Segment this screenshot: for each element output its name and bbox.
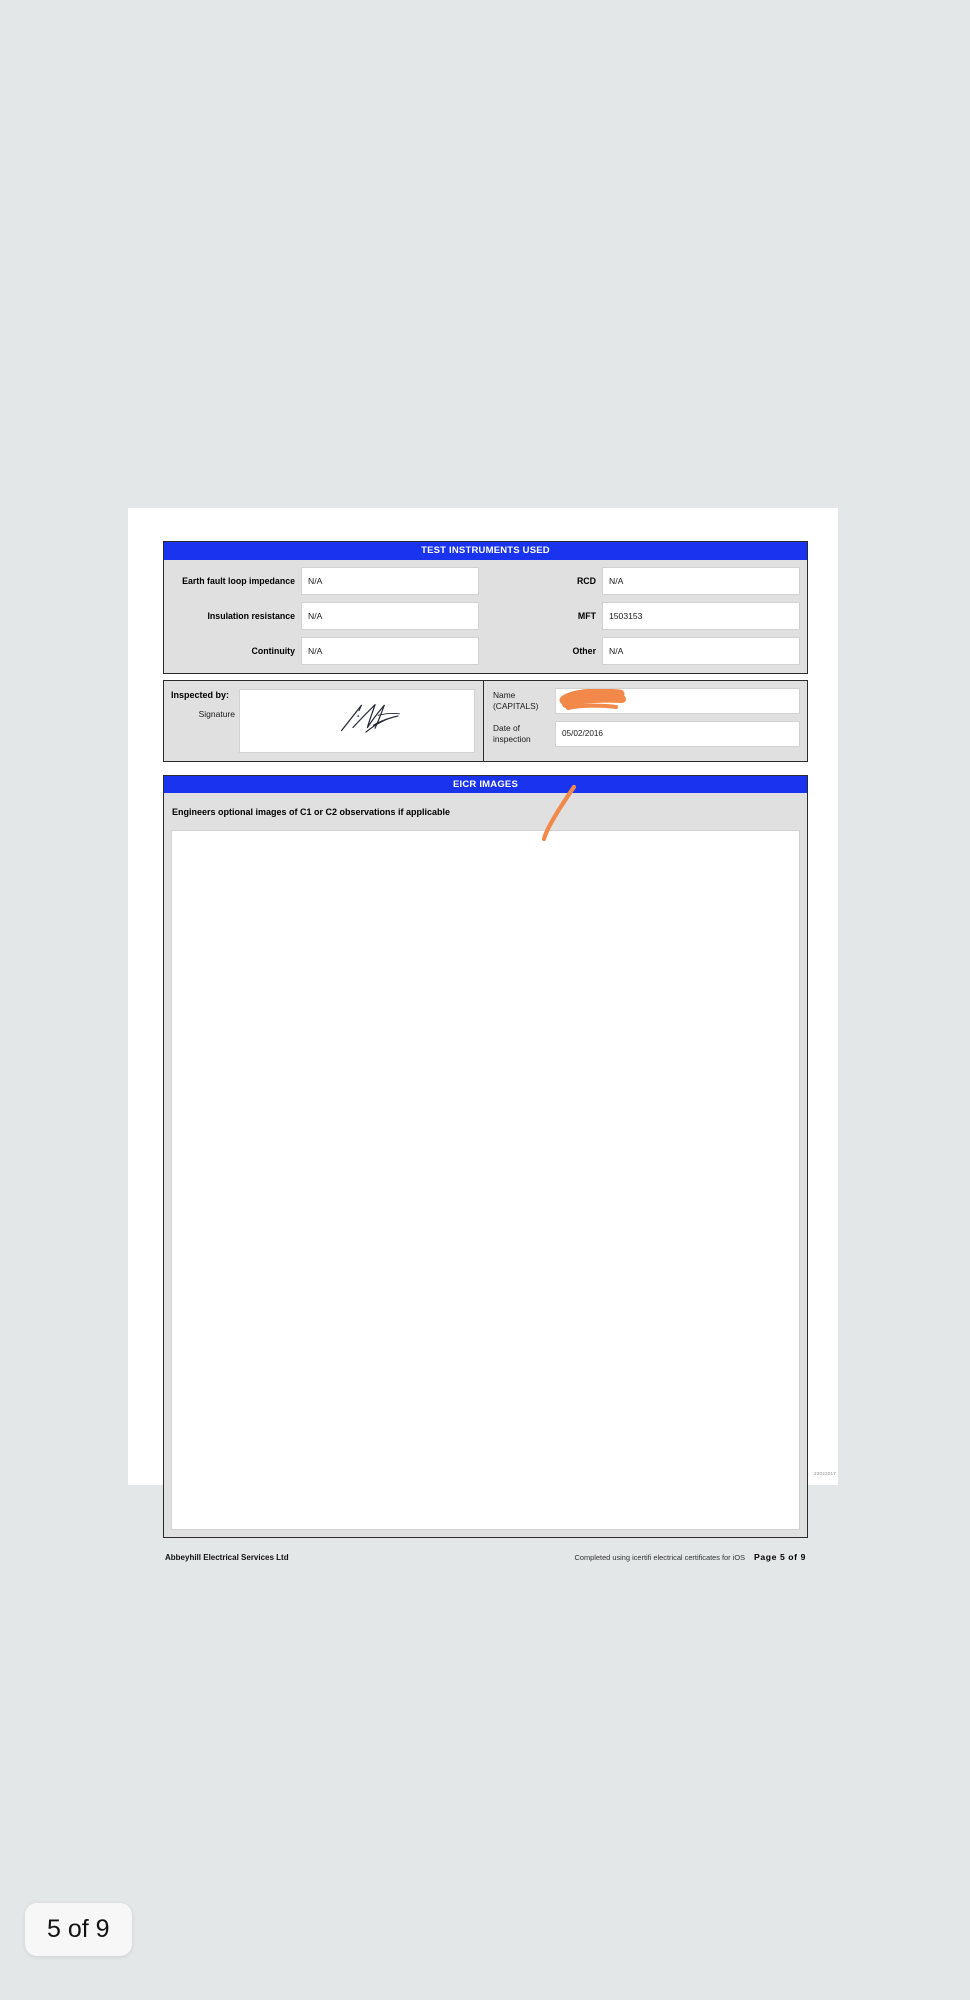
- page-content: TEST INSTRUMENTS USED Earth fault loop i…: [163, 541, 808, 1562]
- signature-label: Signature: [198, 708, 235, 719]
- test-instruments-section: TEST INSTRUMENTS USED Earth fault loop i…: [163, 541, 808, 674]
- table-row: Earth fault loop impedance N/A RCD N/A: [171, 566, 800, 595]
- date-of-inspection-input[interactable]: 05/02/2016: [555, 720, 800, 747]
- name-capitals-input[interactable]: [555, 687, 800, 714]
- eicr-images-body: Engineers optional images of C1 or C2 ob…: [164, 784, 807, 1537]
- instrument-field-other: Other N/A: [492, 636, 800, 665]
- signature-block: Inspected by: Signature: [164, 680, 484, 761]
- footer-reference-code: 22022017: [813, 1471, 836, 1476]
- signature-input[interactable]: [239, 688, 475, 753]
- instrument-label: Continuity: [251, 645, 296, 656]
- eicr-photo-placeholder[interactable]: [171, 830, 800, 1530]
- footer-right-group: Completed using icertifi electrical cert…: [575, 1552, 806, 1562]
- eicr-images-caption: Engineers optional images of C1 or C2 ob…: [172, 807, 451, 817]
- page-indicator-badge: 5 of 9: [25, 1903, 132, 1956]
- instrument-label: MFT: [577, 610, 596, 621]
- test-instruments-header: TEST INSTRUMENTS USED: [164, 542, 807, 560]
- inspector-details-block: Name (CAPITALS) Date of inspection 05/02…: [484, 681, 807, 761]
- handwritten-signature-icon: [340, 703, 400, 733]
- instrument-label: Other: [572, 645, 596, 656]
- instrument-field-rcd: RCD N/A: [492, 566, 800, 595]
- footer-company-name: Abbeyhill Electrical Services Ltd: [165, 1553, 289, 1562]
- name-capitals-label: Name (CAPITALS): [493, 690, 539, 711]
- eicr-images-header: EICR IMAGES: [164, 775, 807, 793]
- name-capitals-row: Name (CAPITALS): [493, 687, 800, 714]
- instrument-value-input[interactable]: 1503153: [602, 601, 800, 630]
- instrument-value-input[interactable]: N/A: [301, 636, 479, 665]
- instrument-value-input[interactable]: N/A: [602, 636, 800, 665]
- test-instruments-body: Earth fault loop impedance N/A RCD N/A I…: [164, 560, 807, 673]
- orange-redaction-icon: [559, 688, 626, 710]
- date-of-inspection-label: Date of inspection: [493, 723, 531, 744]
- footer-completed-note: Completed using icertifi electrical cert…: [574, 1553, 746, 1562]
- document-page[interactable]: TEST INSTRUMENTS USED Earth fault loop i…: [128, 508, 838, 1562]
- instrument-label: RCD: [576, 575, 596, 586]
- instrument-value-input[interactable]: N/A: [602, 566, 800, 595]
- table-row: Insulation resistance N/A MFT 1503153: [171, 601, 800, 630]
- table-row: Continuity N/A Other N/A: [171, 636, 800, 665]
- eicr-images-section: EICR IMAGES Engineers optional images of…: [163, 774, 808, 1538]
- page-footer: Abbeyhill Electrical Services Ltd Comple…: [163, 1552, 808, 1562]
- inspected-by-title: Inspected by:: [171, 689, 230, 700]
- instrument-field-mft: MFT 1503153: [492, 601, 800, 630]
- instrument-field-earth-fault-loop-impedance: Earth fault loop impedance N/A: [171, 566, 492, 595]
- instrument-label: Insulation resistance: [207, 610, 295, 621]
- instrument-field-insulation-resistance: Insulation resistance N/A: [171, 601, 492, 630]
- inspected-by-section: Inspected by: Signature Name (CAPITALS) …: [163, 679, 808, 762]
- instrument-value-input[interactable]: N/A: [301, 566, 479, 595]
- instrument-value-input[interactable]: N/A: [301, 601, 479, 630]
- date-of-inspection-row: Date of inspection 05/02/2016: [493, 720, 800, 747]
- instrument-field-continuity: Continuity N/A: [171, 636, 492, 665]
- footer-page-number: Page 5 of 9: [754, 1552, 806, 1562]
- signature-labels: Inspected by: Signature: [171, 689, 239, 719]
- instrument-label: Earth fault loop impedance: [182, 575, 295, 586]
